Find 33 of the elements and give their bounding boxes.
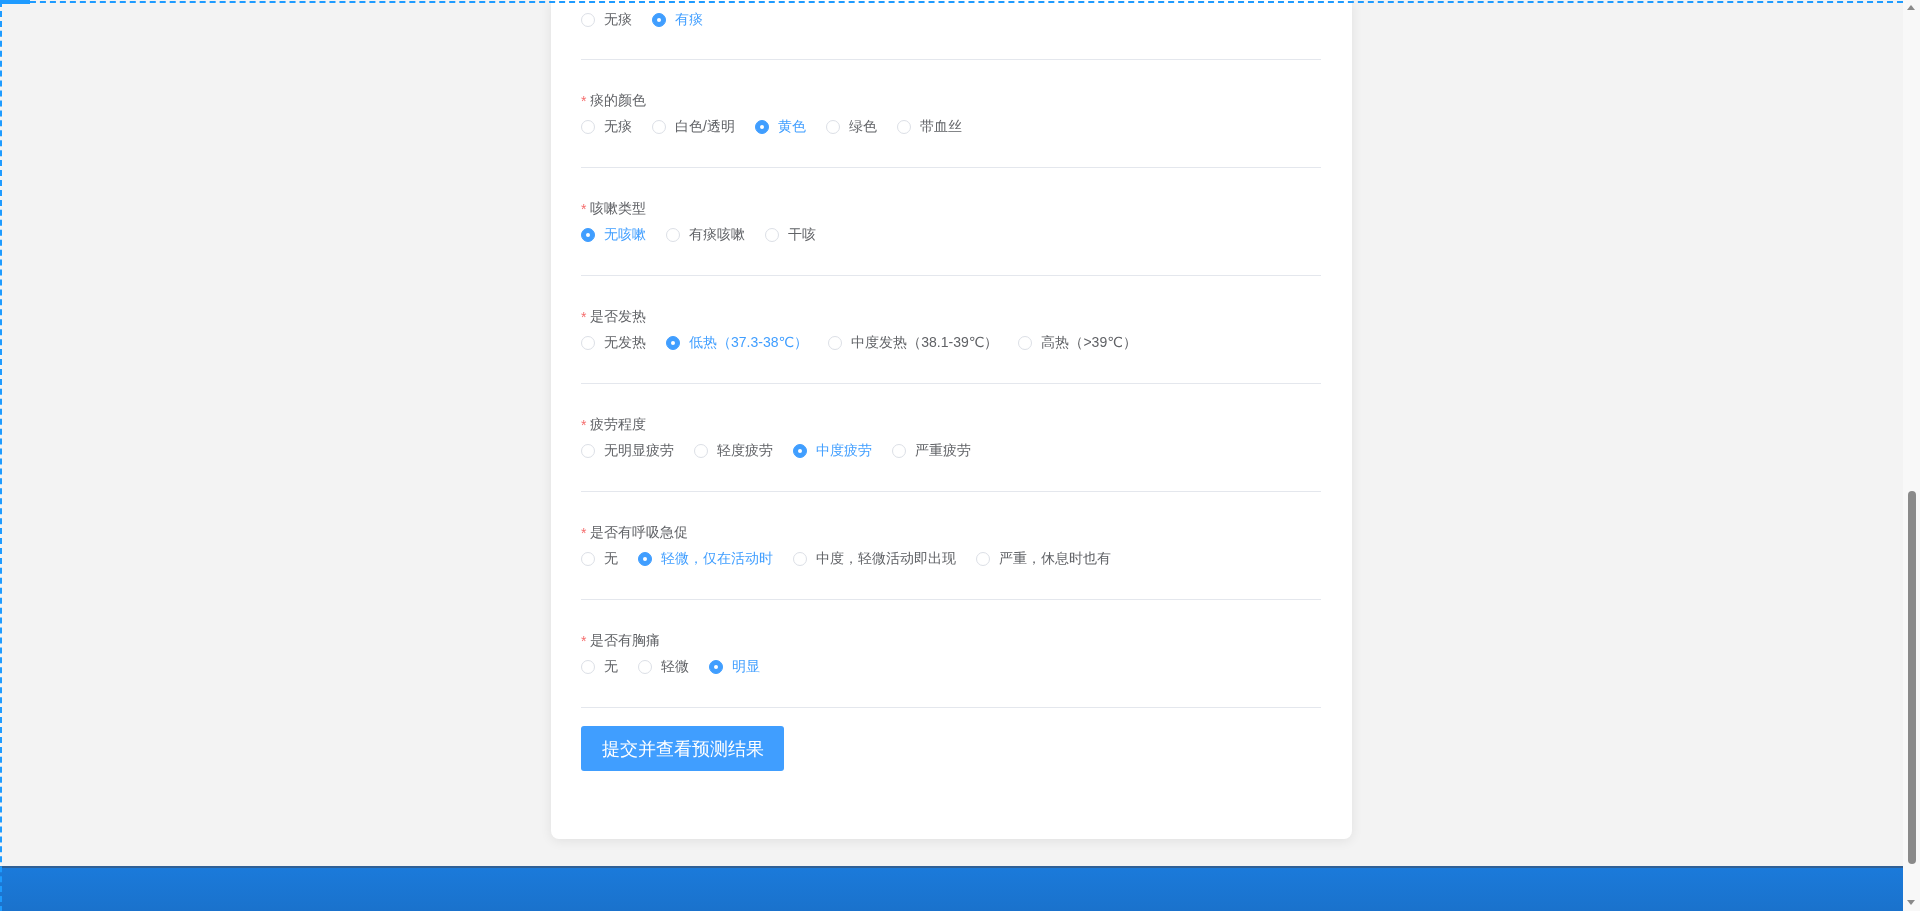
- radio-option[interactable]: 绿色: [825, 118, 877, 136]
- radio-option[interactable]: 带血丝: [896, 118, 962, 136]
- radio-option[interactable]: 无发热: [581, 334, 646, 352]
- radio-option[interactable]: 严重，休息时也有: [976, 550, 1111, 568]
- radio-option[interactable]: 干咳: [765, 226, 816, 244]
- radio-option[interactable]: 轻微: [638, 658, 689, 676]
- radio-option[interactable]: 白色/透明: [652, 118, 735, 136]
- radio-option[interactable]: 中度，轻微活动即出现: [793, 550, 956, 568]
- radio-option[interactable]: 严重疲劳: [892, 442, 971, 460]
- radio-option[interactable]: 有痰咳嗽: [666, 226, 745, 244]
- required-mark: *: [581, 93, 587, 109]
- radio-option[interactable]: 无: [581, 550, 618, 568]
- field-label: 是否有胸痛: [590, 632, 661, 650]
- scrollbar[interactable]: [1903, 0, 1920, 911]
- field-label: 痰的颜色: [590, 92, 647, 110]
- field-label: 是否发热: [590, 308, 647, 326]
- radio-option[interactable]: 中度发热（38.1-39℃）: [828, 334, 999, 352]
- required-mark: *: [581, 633, 587, 649]
- required-mark: *: [581, 417, 587, 433]
- scrollbar-thumb[interactable]: [1908, 491, 1916, 864]
- radio-option[interactable]: 无痰: [581, 11, 632, 29]
- radio-option[interactable]: 高热（>39℃）: [1018, 334, 1137, 352]
- required-mark: *: [581, 201, 587, 217]
- radio-option[interactable]: 无痰: [581, 118, 632, 136]
- field-label: 咳嗽类型: [590, 200, 647, 218]
- selection-handle: [0, 0, 30, 4]
- field-label: 疲劳程度: [590, 416, 647, 434]
- radio-option[interactable]: 无: [581, 658, 618, 676]
- required-mark: *: [581, 525, 587, 541]
- radio-option[interactable]: 无明显疲劳: [581, 442, 674, 460]
- radio-option[interactable]: 轻度疲劳: [694, 442, 773, 460]
- required-mark: *: [581, 309, 587, 325]
- field-label: 是否有呼吸急促: [590, 524, 689, 542]
